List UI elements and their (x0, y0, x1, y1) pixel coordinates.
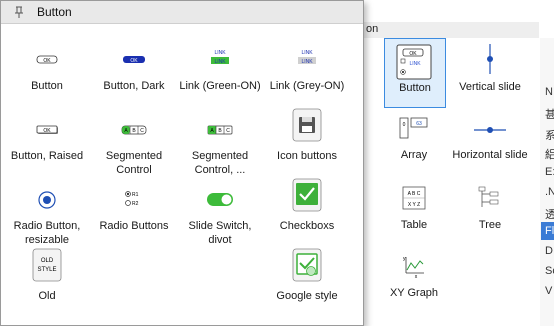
popup-title: Button (37, 5, 72, 19)
icon-buttons-icon (292, 108, 322, 142)
bg-tile-button[interactable]: OK LINK Button (384, 38, 446, 108)
svg-text:OK: OK (43, 58, 51, 64)
bg-tile-tree[interactable]: Tree (460, 186, 520, 254)
right-strip-char: .N (545, 186, 554, 198)
right-strip-char: 透 (545, 209, 554, 220)
bg-tile-vertical-slide[interactable]: Vertical slide (459, 38, 521, 106)
right-strip-char: E: (545, 166, 554, 178)
svg-text:OK: OK (130, 58, 138, 64)
label-link-grey: Link (Grey-ON) (269, 80, 345, 92)
button-palette-icon: OK LINK (396, 44, 432, 80)
slide-switch-icon (207, 193, 233, 206)
button-icon: OK (36, 55, 58, 64)
vertical-slider-icon (487, 44, 493, 74)
old-style-icon: OLD STYLE (32, 248, 62, 282)
background-palette-title: on (366, 23, 379, 35)
label-segmented-control-2: Segmented Control, ... (191, 150, 249, 176)
background-palette-header (364, 22, 539, 39)
array-icon: 0 63 (399, 117, 428, 139)
bg-tile-horizontal-slide[interactable]: Horizontal slide (452, 116, 528, 184)
label-button: Button (31, 80, 63, 92)
pin-icon[interactable] (12, 6, 26, 19)
bg-tile-array[interactable]: 0 63 Array (384, 116, 444, 184)
svg-text:R2: R2 (132, 201, 139, 207)
right-strip-char-selected[interactable]: Fl (545, 225, 554, 239)
right-strip-char: D (545, 245, 553, 257)
label-icon-buttons: Icon buttons (277, 150, 337, 162)
label-slide-switch: Slide Switch, divot (188, 220, 252, 246)
background-right-strip (540, 38, 554, 326)
raised-button-icon: OK (36, 125, 58, 134)
svg-text:LINK: LINK (301, 50, 313, 56)
label-button-dark: Button, Dark (103, 80, 165, 92)
label-google-style: Google style (276, 290, 338, 302)
popup-title-bar: Button (1, 1, 363, 24)
svg-text:X Y Z: X Y Z (408, 202, 420, 208)
segmented-control-icon: A B C (121, 125, 147, 135)
label-checkboxs: Checkboxs (279, 220, 335, 232)
link-grey-icon: LINK LINK (298, 50, 316, 65)
checkbox-icon (292, 178, 322, 212)
tree-icon (478, 186, 499, 207)
svg-text:LINK: LINK (214, 59, 226, 65)
svg-text:LINK: LINK (214, 50, 226, 56)
label-radio-button-resizable: Radio Button, resizable (13, 220, 81, 246)
svg-text:y: y (403, 256, 406, 262)
background-palette-grid: OK LINK Button Vertical slide 0 63 Array (364, 38, 541, 326)
svg-text:x: x (415, 274, 418, 278)
radio-button-icon (38, 191, 56, 209)
right-strip-char: 甚 (545, 109, 554, 120)
right-strip-char: Sc (545, 265, 554, 277)
dark-button-icon: OK (123, 56, 145, 64)
svg-text:LINK: LINK (301, 59, 313, 65)
svg-text:OK: OK (409, 51, 417, 57)
label-segmented-control: Segmented Control (105, 150, 163, 176)
svg-text:C: C (226, 128, 230, 134)
link-green-icon: LINK LINK (211, 50, 229, 65)
bg-label-vertical-slide: Vertical slide (459, 81, 521, 93)
svg-text:A B C: A B C (408, 191, 421, 197)
radio-buttons-icon: R1 R2 (125, 191, 139, 207)
label-link-green: Link (Green-ON) (179, 80, 261, 92)
segmented-control-alt-icon: A B C (207, 125, 233, 135)
right-strip-char: N (545, 86, 553, 98)
svg-text:OLD: OLD (41, 258, 54, 264)
horizontal-slider-icon (474, 127, 506, 133)
svg-text:R1: R1 (132, 192, 139, 198)
label-button-raised: Button, Raised (10, 150, 84, 162)
right-strip-char: 絽 (545, 149, 554, 160)
right-strip-char: V (545, 285, 553, 297)
google-style-icon (292, 248, 322, 282)
xy-graph-icon: x y (403, 256, 424, 278)
svg-text:STYLE: STYLE (37, 267, 56, 273)
bg-tile-xy-graph[interactable]: x y XY Graph (384, 254, 444, 322)
table-icon: A B C X Y Z (402, 186, 426, 210)
svg-text:0: 0 (403, 122, 406, 128)
bg-tile-table[interactable]: A B C X Y Z Table (384, 186, 444, 254)
right-strip-char: 系 (545, 130, 554, 141)
bg-label-xy-graph: XY Graph (389, 287, 439, 299)
label-radio-buttons: Radio Buttons (99, 220, 169, 232)
bg-label-horizontal-slide: Horizontal slide (452, 149, 528, 161)
svg-text:C: C (140, 128, 144, 134)
label-old: Old (38, 290, 56, 302)
svg-text:63: 63 (416, 121, 422, 127)
svg-text:LINK: LINK (409, 61, 421, 67)
bg-label-tree: Tree (478, 219, 502, 231)
svg-text:OK: OK (43, 128, 51, 134)
button-palette-popup: Button OK Button OK Button, Dark LINK LI… (0, 0, 364, 326)
